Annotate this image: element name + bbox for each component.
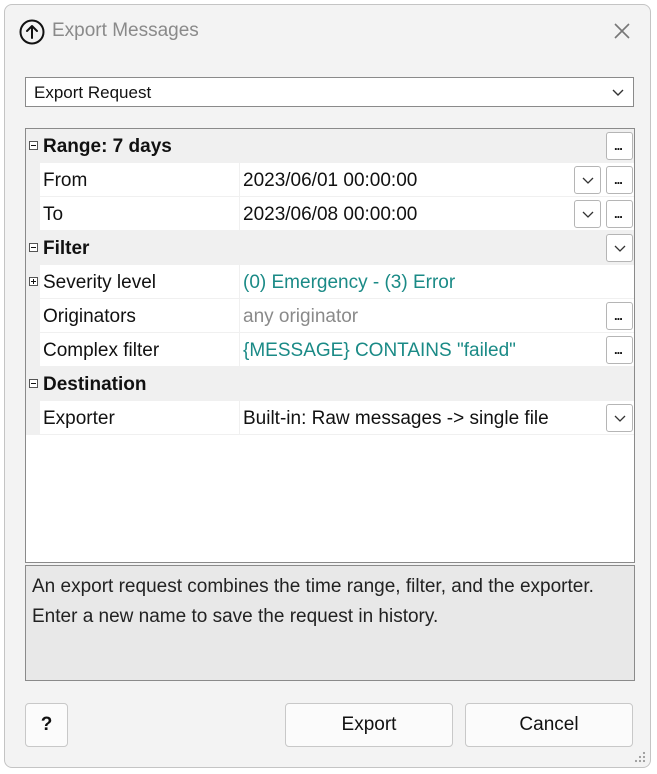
filter-dropdown-button[interactable]	[606, 234, 633, 262]
property-grid: Range: 7 days From 2023/06/01 00:00:00 T…	[25, 128, 635, 563]
category-destination[interactable]: Destination	[26, 367, 634, 401]
chevron-down-icon	[614, 415, 626, 422]
from-dropdown-button[interactable]	[574, 166, 601, 194]
property-name-originators: Originators	[43, 306, 136, 327]
to-more-button[interactable]	[606, 200, 633, 228]
collapse-icon[interactable]	[29, 141, 38, 150]
category-filter[interactable]: Filter	[26, 231, 634, 265]
severity-value: (0) Emergency - (3) Error	[243, 272, 456, 293]
chevron-down-icon	[612, 89, 624, 96]
collapse-icon[interactable]	[29, 379, 38, 388]
from-value: 2023/06/01 00:00:00	[243, 170, 418, 191]
category-label-filter: Filter	[43, 238, 90, 259]
property-name-to: To	[43, 204, 64, 225]
originators-value: any originator	[243, 306, 359, 327]
cancel-button[interactable]: Cancel	[465, 703, 633, 747]
export-messages-dialog: Export Messages Export Request Range: 7 …	[4, 4, 651, 768]
property-name-exporter: Exporter	[43, 408, 115, 429]
upload-arrow-circle-icon	[19, 19, 45, 45]
category-label-range: Range: 7 days	[43, 136, 172, 157]
to-value: 2023/06/08 00:00:00	[243, 204, 418, 225]
export-button[interactable]: Export	[285, 703, 453, 747]
property-row-from: From 2023/06/01 00:00:00	[26, 163, 634, 197]
complex-filter-value-field[interactable]: {MESSAGE} CONTAINS "failed"	[240, 333, 634, 366]
property-name-severity: Severity level	[43, 272, 156, 293]
from-more-button[interactable]	[606, 166, 633, 194]
title-bar: Export Messages	[5, 5, 650, 57]
close-icon[interactable]	[612, 21, 632, 41]
property-row-to: To 2023/06/08 00:00:00	[26, 197, 634, 231]
complex-filter-more-button[interactable]	[606, 336, 633, 364]
exporter-value-field[interactable]: Built-in: Raw messages -> single file	[240, 401, 634, 434]
property-row-complex-filter: Complex filter {MESSAGE} CONTAINS "faile…	[26, 333, 634, 367]
range-more-button[interactable]	[606, 132, 633, 160]
resize-grip-icon[interactable]	[633, 750, 647, 764]
originators-value-field[interactable]: any originator	[240, 299, 634, 332]
description-panel: An export request combines the time rang…	[25, 565, 635, 681]
property-row-exporter: Exporter Built-in: Raw messages -> singl…	[26, 401, 634, 435]
category-range[interactable]: Range: 7 days	[26, 129, 634, 163]
exporter-value: Built-in: Raw messages -> single file	[243, 408, 549, 429]
severity-value-field[interactable]: (0) Emergency - (3) Error	[240, 265, 634, 298]
property-row-severity: Severity level (0) Emergency - (3) Error	[26, 265, 634, 299]
originators-more-button[interactable]	[606, 302, 633, 330]
expand-icon[interactable]	[29, 277, 38, 286]
to-dropdown-button[interactable]	[574, 200, 601, 228]
exporter-dropdown-button[interactable]	[606, 404, 633, 432]
window-title: Export Messages	[52, 20, 199, 41]
request-dropdown-value: Export Request	[34, 83, 152, 102]
property-name-complex-filter: Complex filter	[43, 340, 160, 361]
help-button[interactable]: ?	[25, 703, 68, 747]
request-dropdown[interactable]: Export Request	[25, 77, 634, 107]
chevron-down-icon	[614, 245, 626, 252]
property-row-originators: Originators any originator	[26, 299, 634, 333]
category-label-destination: Destination	[43, 374, 147, 395]
property-name-from: From	[43, 170, 88, 191]
complex-filter-value: {MESSAGE} CONTAINS "failed"	[243, 340, 516, 361]
description-text: An export request combines the time rang…	[32, 576, 594, 627]
chevron-down-icon	[582, 177, 594, 184]
chevron-down-icon	[582, 211, 594, 218]
collapse-icon[interactable]	[29, 243, 38, 252]
